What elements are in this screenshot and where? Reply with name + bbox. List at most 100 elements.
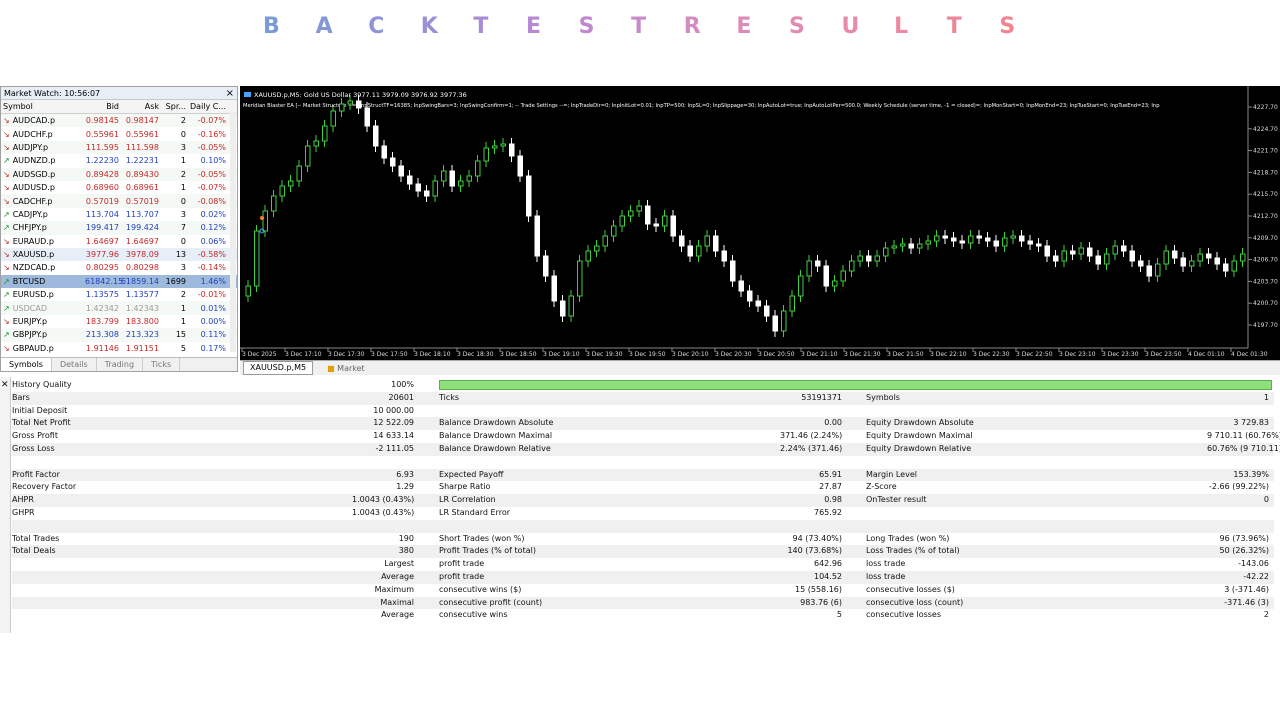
arrow-down-icon: ↘ [3,317,10,327]
candle-body [849,260,855,272]
stat-value: 9 710.11 (60.76%) [1207,431,1280,441]
price-label: 4215.70 [1253,191,1278,198]
market-watch-row[interactable]: ↘ AUDUSD.p 0.68960 0.68961 1 -0.07% [1,180,237,195]
history-quality-row: History Quality 100% [12,379,1274,392]
ask-cell: 183.800 [125,317,159,327]
market-watch-row[interactable]: ↘ GBPAUD.p 1.91146 1.91151 5 0.17% [1,341,237,356]
candle-body [1002,237,1008,247]
market-watch-row[interactable]: ↗ EURUSD.p 1.13575 1.13577 2 -0.01% [1,288,237,302]
close-icon[interactable]: × [226,88,234,99]
bid-cell: 1.42342 [85,303,119,313]
tab-market[interactable]: ■ Market [321,364,371,373]
symbol-cell: ↘ NZDCAD.p [1,263,85,272]
stat-label: Equity Drawdown Maximal [866,431,973,441]
candle-body [517,155,523,177]
market-watch-row[interactable]: ↘ AUDJPY.p 111.595 111.598 3 -0.05% [1,140,237,155]
candle-body [670,215,676,237]
stat-value: 0.98 [824,495,842,505]
col-spread[interactable]: Spr... [159,102,186,111]
stat-value: 1 [1263,392,1269,402]
market-watch-row[interactable]: ↘ XAUUSD.p 3977.96 3978.09 13 -0.58% [1,247,237,262]
candle-body [339,103,345,112]
stat-value: 983.76 (6) [800,597,842,607]
stat-value: 94 (73.40%) [792,533,842,543]
change-cell: 0.01% [200,303,226,313]
market-watch-row[interactable]: ↗ CHFJPY.p 199.417 199.424 7 0.12% [1,221,237,235]
market-watch-row[interactable]: ↘ EURAUD.p 1.64697 1.64697 0 0.06% [1,234,237,248]
tester-row: Gross Profit 14 633.14 Balance Drawdown Ma… [12,430,1280,443]
banner-letter: A [315,14,333,39]
tester-row: GHPR 1.0043 (0.43%) LR Standard Error 765.9… [12,507,1274,520]
candle-body [585,250,591,262]
market-watch-row[interactable]: ↗ BTCUSD 61842.15 61859.14 1699 1.46% [1,274,237,289]
arrow-up-icon: ↗ [3,223,10,233]
symbol-name: EURJPY.p [12,317,48,327]
tester-row: Average consecutive wins 5 consecutive loss… [12,609,1274,622]
stat-value: Average [381,572,414,581]
spread-cell: 0 [180,236,186,246]
tester-row: Average profit trade 104.52 loss trade -42.2… [12,571,1274,584]
market-watch-row[interactable]: ↘ EURJPY.p 183.799 183.800 1 0.00% [1,314,237,329]
tab-trading[interactable]: Trading [97,358,144,371]
market-watch-row[interactable]: ↘ AUDCHF.p 0.55961 0.55961 0 -0.16% [1,127,237,141]
candle-body [279,185,285,197]
stat-label: Total Trades [12,533,60,543]
change-cell: -0.05% [197,142,226,152]
market-watch-row[interactable]: ↘ CADCHF.p 0.57019 0.57019 0 -0.08% [1,194,237,208]
market-watch-row[interactable]: ↗ USDCAD 1.42342 1.42343 1 0.01% [1,301,237,315]
spread-cell: 0 [180,129,186,139]
price-chart[interactable]: XAUUSD.p,M5: Gold US Dollar 3977.11 3979… [240,86,1280,360]
stat-value: -143.06 [1238,559,1269,569]
market-watch-row[interactable]: ↗ GBPJPY.p 213.308 213.323 15 0.11% [1,328,237,342]
symbol-cell: ↗ BTCUSD [1,277,85,286]
tab-xauusd-m5[interactable]: XAUUSD.p,M5 [243,361,314,375]
candle-body [653,223,659,227]
arrow-up-icon: ↗ [3,156,10,166]
candle-body [1087,247,1093,257]
col-bid[interactable]: Bid [85,102,119,111]
stat-label: AHPR [12,495,34,505]
banner-letter: E [736,14,752,39]
stat-label: consecutive wins [439,610,508,620]
market-watch-row[interactable]: ↘ AUDCAD.p 0.98145 0.98147 2 -0.07% [1,114,237,128]
bid-cell: 0.80295 [85,263,119,273]
candle-body [330,110,336,127]
banner-title: BACKTESTRESULTS [263,14,1052,39]
time-label: 4 Dec 01:30 [1231,351,1268,358]
market-watch-row[interactable]: ↘ AUDSGD.p 0.89428 0.89430 2 -0.05% [1,167,237,181]
candle-body [1044,245,1050,257]
tab-symbols[interactable]: Symbols [1,358,52,371]
time-label: 3 Dec 21:10 [801,351,838,358]
candlestick-chart[interactable]: XAUUSD.p,M5: Gold US Dollar 3977.11 3979… [240,86,1280,360]
change-cell: -0.05% [197,169,226,179]
tab-details[interactable]: Details [52,358,97,371]
candle-body [832,280,838,287]
banner-letter: S [999,14,1016,39]
banner-letter: C [368,14,385,39]
candle-body [798,275,804,297]
col-daily-change[interactable]: Daily C... [186,102,229,111]
stat-value: 2 [1263,610,1269,620]
market-watch-row[interactable]: ↘ NZDCAD.p 0.80295 0.80298 3 -0.14% [1,261,237,275]
candle-body [1112,245,1118,255]
stat-value: 60.76% (9 710.11) [1207,444,1280,453]
symbol-name: CADJPY.p [12,209,48,219]
col-symbol[interactable]: Symbol [1,102,85,111]
symbol-cell: ↗ USDCAD [1,304,85,313]
stat-value: 104.52 [814,572,842,581]
bid-cell: 1.22230 [85,156,119,166]
market-watch-row[interactable]: ↗ AUDNZD.p 1.22230 1.22231 1 0.10% [1,154,237,168]
market-watch-row[interactable]: ↗ CADJPY.p 113.704 113.707 3 0.02% [1,207,237,222]
symbol-cell: ↘ AUDCHF.p [1,130,85,139]
ask-cell: 0.68961 [125,183,159,193]
spread-cell: 1 [180,156,186,166]
stat-label: Ticks [439,392,460,402]
tester-results: ✕ History Quality 100% Bars 20601 Ticks 531… [0,377,1280,633]
col-ask[interactable]: Ask [119,102,159,111]
candle-body [526,175,532,217]
tester-row: Largest profit trade 642.96 loss trade -143.… [12,558,1274,571]
vertical-scrollbar[interactable] [230,112,236,352]
close-icon[interactable]: ✕ [1,380,9,390]
symbol-cell: ↘ XAUUSD.p [1,250,85,259]
tab-ticks[interactable]: Ticks [143,358,181,371]
